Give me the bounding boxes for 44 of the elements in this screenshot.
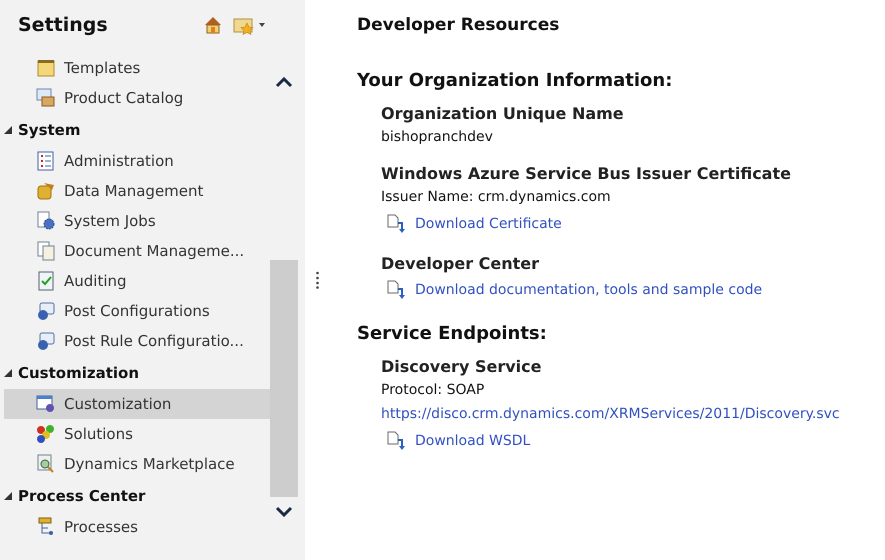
download-link[interactable]: Download documentation, tools and sample code bbox=[415, 278, 762, 302]
nav-group-header[interactable]: System bbox=[0, 113, 270, 146]
field-label: Windows Azure Service Bus Issuer Certificate bbox=[381, 163, 792, 185]
field-value: Issuer Name: crm.dynamics.com bbox=[381, 188, 612, 207]
checklist-icon bbox=[36, 151, 56, 171]
page-title: Developer Resources bbox=[357, 14, 560, 37]
magnifier-icon bbox=[36, 454, 56, 474]
notepad-icon bbox=[36, 58, 56, 78]
checkbox-icon bbox=[36, 271, 56, 291]
nav-item[interactable]: Templates bbox=[4, 53, 270, 83]
field-value: bishopranchdev bbox=[381, 128, 494, 147]
field-label: Discovery Service bbox=[381, 356, 542, 378]
section-heading: Service Endpoints: bbox=[357, 323, 548, 344]
documents-icon bbox=[36, 241, 56, 261]
nav-item[interactable]: Processes bbox=[4, 512, 270, 542]
nav-item[interactable]: Customization bbox=[4, 389, 270, 419]
splitter-handle[interactable] bbox=[316, 271, 319, 289]
nav-item[interactable]: Dynamics Marketplace bbox=[4, 449, 270, 479]
nav-group-header[interactable]: Customization bbox=[0, 356, 270, 389]
nav-item[interactable]: Auditing bbox=[4, 266, 270, 296]
caret-icon bbox=[259, 23, 265, 27]
field-value: Protocol: SOAP bbox=[381, 381, 486, 400]
field-label: Developer Center bbox=[381, 253, 540, 275]
nav-item[interactable]: System Jobs bbox=[4, 206, 270, 236]
molecule-icon bbox=[36, 424, 56, 444]
nav-item[interactable]: Product Catalog bbox=[4, 83, 270, 113]
section-heading: Your Organization Information: bbox=[357, 70, 674, 91]
nav-item[interactable]: Solutions bbox=[4, 419, 270, 449]
flowchart-icon bbox=[36, 517, 56, 537]
scrollbar-thumb[interactable] bbox=[270, 260, 298, 497]
url-link[interactable]: https://disco.crm.dynamics.com/XRMServices/2011/Discovery.svc bbox=[381, 406, 840, 422]
field-label: Organization Unique Name bbox=[381, 103, 625, 125]
sidebar-title: Settings bbox=[18, 14, 109, 36]
nav-group-header[interactable]: Process Center bbox=[0, 479, 270, 512]
home-icon[interactable] bbox=[203, 15, 223, 35]
nav-item[interactable]: Administration bbox=[4, 146, 270, 176]
download-link[interactable]: Download Certificate bbox=[415, 212, 562, 236]
box-icon bbox=[36, 88, 56, 108]
database-icon bbox=[36, 181, 56, 201]
nav-item[interactable]: Post Configurations bbox=[4, 296, 270, 326]
nav-item[interactable]: Post Rule Configuratio... bbox=[4, 326, 270, 356]
download-link[interactable]: Download WSDL bbox=[415, 429, 530, 453]
nav-item[interactable]: Data Management bbox=[4, 176, 270, 206]
nav-item[interactable]: Document Manageme... bbox=[4, 236, 270, 266]
